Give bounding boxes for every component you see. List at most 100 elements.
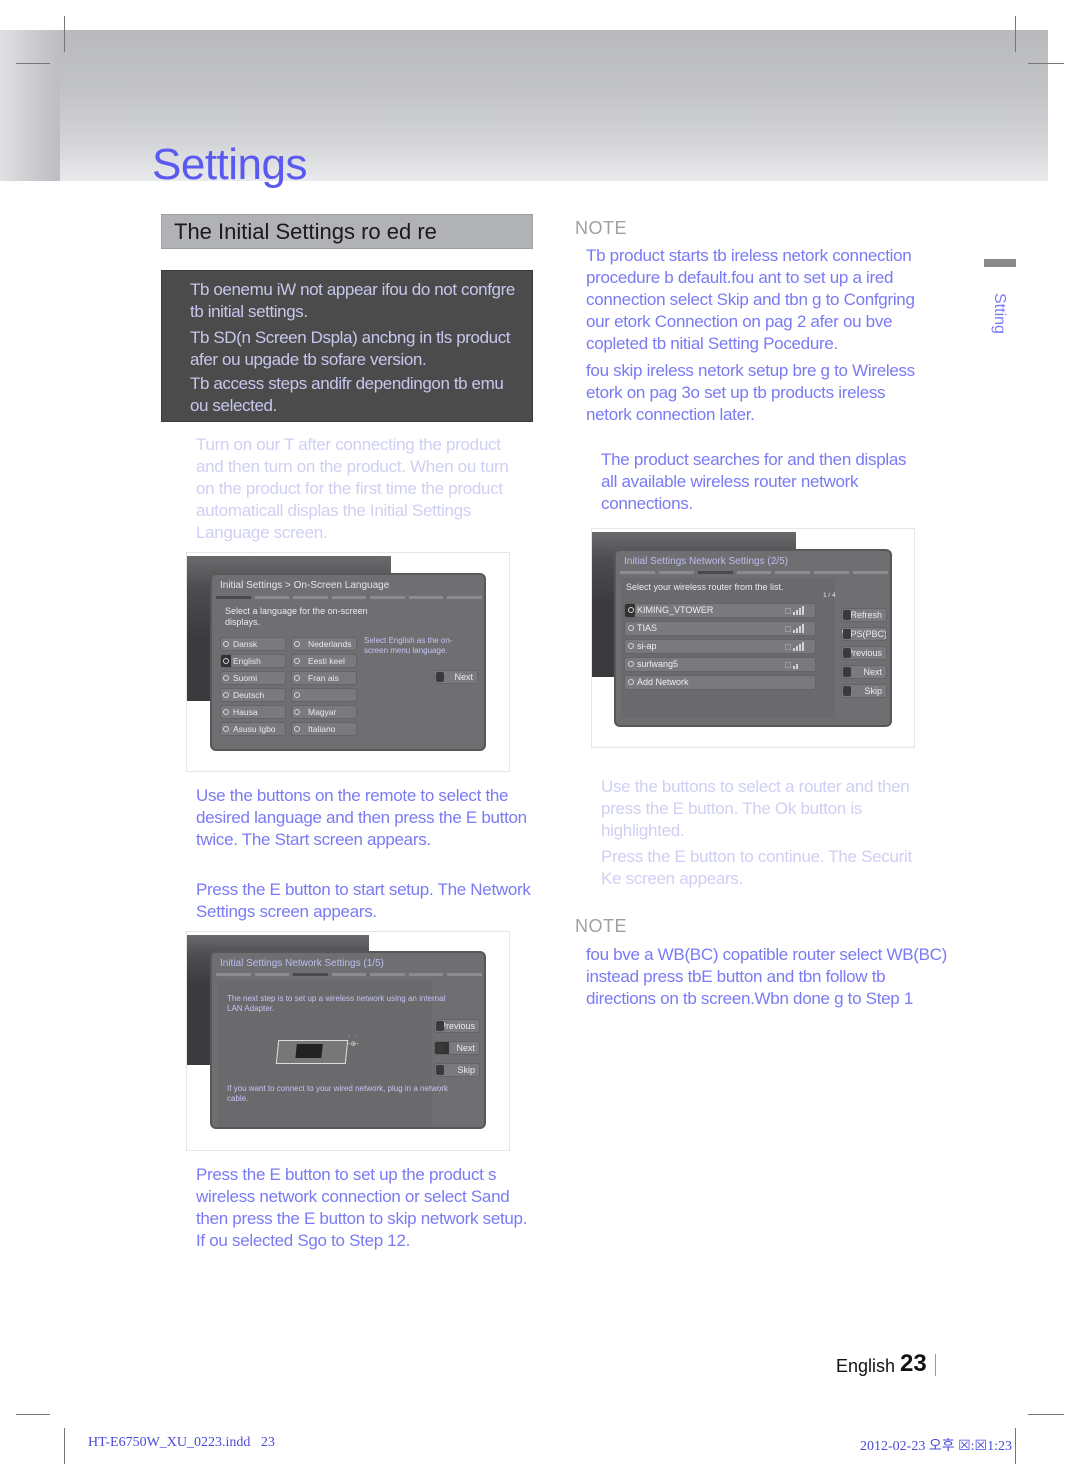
dialog-instruction: Select a language for the on-screen disp… <box>225 606 368 627</box>
language-option[interactable]: Deutsch <box>220 688 286 702</box>
language-option[interactable] <box>291 688 357 702</box>
print-timestamp: 2012-02-23 오후 ☒:☒1:23 <box>860 1439 1012 1454</box>
language-option[interactable]: Asusu Igbo <box>220 722 286 736</box>
warning-item: Tb SD(n Screen Dspla) ancbng in tls prod… <box>190 328 511 369</box>
language-option[interactable]: Dansk <box>220 637 286 651</box>
step-1-text: Turn on our T after connecting the produ… <box>196 435 509 542</box>
radio-icon <box>223 658 229 664</box>
network-antenna-icon: · · -⊕- <box>348 1033 359 1048</box>
warning-item: Tb oenemu iW not appear ifou do not conf… <box>190 280 515 321</box>
language-option[interactable]: Eesti keel <box>291 654 357 668</box>
language-option[interactable]: Fran ais <box>291 671 357 685</box>
crop-mark <box>16 1414 50 1415</box>
print-slug: HT-E6750W_XU_0223.indd 23 <box>88 1435 275 1451</box>
page-indicator: 1 / 4 <box>823 592 836 599</box>
network-settings-2-screenshot: Initial Settings Network Settings (2/5) … <box>591 528 915 748</box>
page-number: 23 <box>900 1350 927 1377</box>
lock-icon <box>785 626 791 632</box>
step-progress <box>216 596 483 599</box>
warning-box: Tb oenemu iW not appear ifou do not conf… <box>161 270 533 422</box>
language-label: Nederlands <box>308 639 352 649</box>
radio-icon <box>628 661 634 667</box>
language-screenshot: Initial Settings > On-Screen Language Se… <box>186 552 510 772</box>
language-option[interactable]: Suomi <box>220 671 286 685</box>
language-label: Magyar <box>308 707 337 717</box>
crop-mark <box>1028 63 1064 64</box>
crop-mark <box>64 1428 65 1464</box>
dialog-text: If you want to connect to your wired net… <box>227 1084 449 1103</box>
language-option[interactable]: Nederlands <box>291 637 357 651</box>
previous-button[interactable]: Previous <box>841 646 887 660</box>
refresh-button[interactable]: Refresh <box>841 608 887 622</box>
language-label: Suomi <box>233 673 258 683</box>
radio-icon <box>294 658 300 664</box>
radio-icon <box>628 607 634 613</box>
radio-icon <box>294 726 300 732</box>
radio-icon <box>628 643 634 649</box>
note-item: fou skip ireless netork setup bre g to W… <box>586 361 915 424</box>
signal-strength-icon <box>793 624 809 633</box>
note-item: Tb product starts tb ireless netork conn… <box>586 246 915 353</box>
note-label: NOTE <box>575 916 628 936</box>
language-option[interactable]: Hausa <box>220 705 286 719</box>
page-number-divider <box>935 1354 936 1376</box>
dialog-title: Initial Settings Network Settings (2/5) <box>624 556 788 567</box>
radio-icon <box>223 641 229 647</box>
footer-language: English <box>836 1356 896 1376</box>
wps-pbc-button[interactable]: WPS(PBC) <box>841 627 887 641</box>
router-name: si-ap <box>637 641 657 651</box>
step-2-text: Use the buttons on the remote to select … <box>196 786 527 849</box>
skip-button[interactable]: Skip <box>434 1063 480 1077</box>
dialog-instruction: Select your wireless router from the lis… <box>626 582 784 592</box>
note-item: fou bve a WB(BC) copatible router select… <box>586 945 947 1008</box>
crop-mark <box>1015 16 1016 52</box>
router-item[interactable]: si-ap <box>624 639 816 654</box>
language-label: Hausa <box>233 707 258 717</box>
radio-icon <box>628 679 634 685</box>
dialog-hint: Select English as the on-screen menu lan… <box>364 636 453 655</box>
language-option[interactable]: Italiano <box>291 722 357 736</box>
language-label: Deutsch <box>233 690 265 700</box>
warning-item: Tb access steps andifr dependingon tb em… <box>190 374 504 415</box>
radio-icon <box>223 709 229 715</box>
step-progress <box>620 571 889 574</box>
side-tab-marker <box>984 259 1016 267</box>
radio-icon <box>223 675 229 681</box>
crop-mark <box>64 16 65 52</box>
language-option[interactable]: English <box>220 654 286 668</box>
language-label: Eesti keel <box>308 656 345 666</box>
crop-mark <box>16 63 50 64</box>
product-illustration-screen <box>295 1044 323 1058</box>
step-2b-text: Press the E button to start setup. The N… <box>196 880 531 921</box>
radio-icon <box>223 726 229 732</box>
skip-button[interactable]: Skip <box>841 684 887 698</box>
next-button[interactable]: Next <box>434 1041 480 1055</box>
router-item[interactable]: KIMING_VTOWER <box>624 603 816 618</box>
lock-icon <box>785 662 791 668</box>
language-label: English <box>233 656 261 666</box>
page-title: Settings <box>152 140 307 189</box>
router-name: surlwang5 <box>637 659 679 669</box>
network-settings-1-screenshot: Initial Settings Network Settings (1/5) … <box>186 931 510 1151</box>
network-dialog-2: Initial Settings Network Settings (2/5) … <box>614 549 892 727</box>
language-label: Asusu Igbo <box>233 724 276 734</box>
router-item[interactable]: TIAS <box>624 621 816 636</box>
radio-icon <box>294 709 300 715</box>
radio-icon <box>294 641 300 647</box>
previous-button[interactable]: Previous <box>434 1019 480 1033</box>
language-label <box>304 690 308 700</box>
next-button[interactable]: Next <box>841 665 887 679</box>
section-title: The Initial Settings ro ed re <box>174 219 437 244</box>
radio-icon <box>223 692 229 698</box>
dialog-text: The next step is to set up a wireless ne… <box>227 994 446 1013</box>
language-option[interactable]: Magyar <box>291 705 357 719</box>
step-4-text: The product searches for and then displa… <box>601 450 907 513</box>
dialog-title: Initial Settings Network Settings (1/5) <box>220 958 384 969</box>
router-item[interactable]: Add Network <box>624 675 816 690</box>
router-item[interactable]: surlwang5 <box>624 657 816 672</box>
crop-mark <box>1028 1414 1064 1415</box>
crop-mark <box>1015 1428 1016 1464</box>
network-dialog-1: Initial Settings Network Settings (1/5) … <box>210 951 486 1129</box>
lock-icon <box>785 608 791 614</box>
next-button[interactable]: Next <box>434 670 478 684</box>
